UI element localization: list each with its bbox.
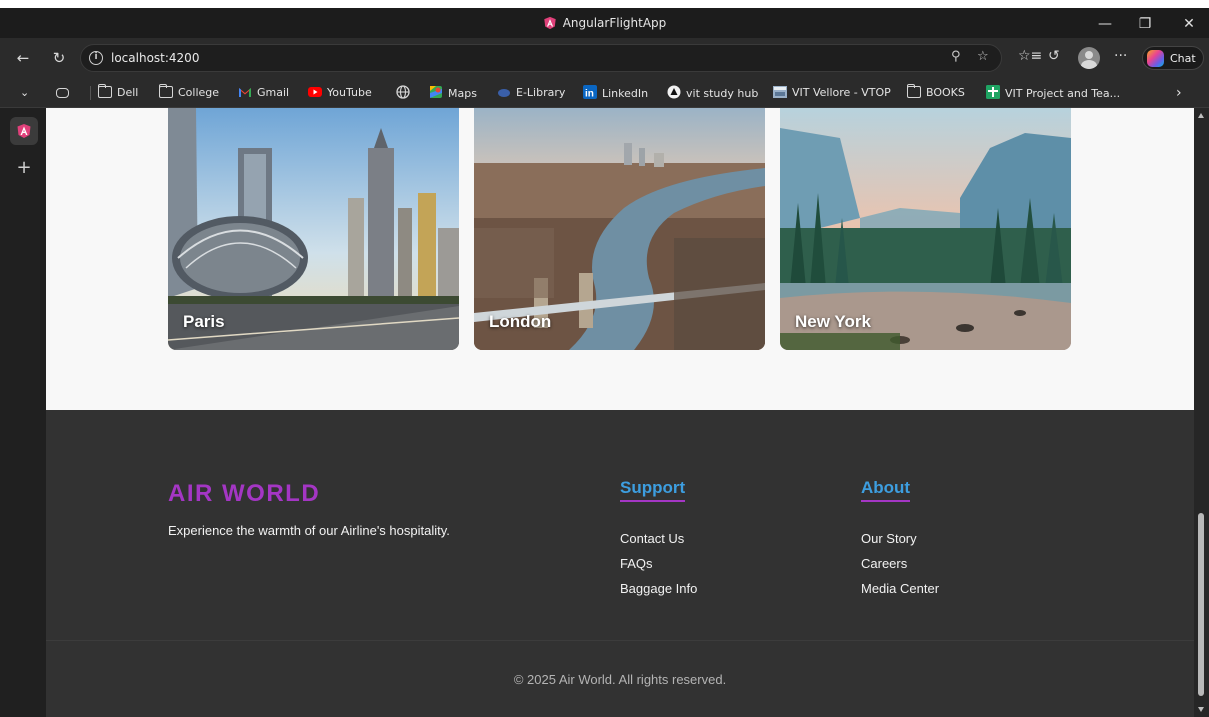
maps-icon	[430, 86, 442, 98]
bookmarks-separator	[90, 86, 91, 100]
site-info-icon[interactable]: i	[89, 51, 103, 65]
destination-card-london[interactable]: London	[474, 108, 765, 350]
footer-divider	[46, 640, 1194, 641]
close-icon[interactable]: ✕	[1176, 14, 1202, 34]
tab-angular-flight-app[interactable]	[10, 117, 38, 145]
copilot-icon	[1147, 50, 1164, 67]
vtop-icon	[773, 86, 787, 98]
footer-brand: AIR WORLD	[168, 480, 321, 507]
footer-link-media-center[interactable]: Media Center	[861, 581, 939, 596]
new-tab-plus-icon[interactable]: +	[14, 158, 34, 178]
youtube-icon	[308, 87, 322, 97]
bookmarks-bar: ⌄ Dell College Gmail YouTube Maps E-Libr…	[0, 78, 1209, 108]
footer-link-careers[interactable]: Careers	[861, 556, 907, 571]
page-scrollbar[interactable]	[1194, 108, 1209, 717]
footer-link-contact-us[interactable]: Contact Us	[620, 531, 684, 546]
study-hub-icon	[667, 85, 681, 99]
bookmark-vit-project[interactable]: VIT Project and Tea...	[986, 85, 1120, 101]
angular-logo-icon	[544, 16, 556, 30]
bookmark-youtube[interactable]: YouTube	[308, 85, 372, 101]
workspaces-chevron-icon[interactable]: ⌄	[20, 85, 29, 101]
footer-link-faqs[interactable]: FAQs	[620, 556, 653, 571]
library-icon	[498, 89, 510, 97]
sheets-icon	[986, 85, 1000, 99]
zoom-icon[interactable]: ⚲	[951, 49, 961, 64]
destination-name-paris: Paris	[183, 312, 225, 331]
footer-copyright: © 2025 Air World. All rights reserved.	[513, 672, 727, 687]
scroll-up-arrow-icon[interactable]	[1198, 113, 1204, 118]
window-title-text: AngularFlightApp	[562, 16, 667, 30]
gmail-icon	[239, 88, 251, 97]
bookmark-elibrary[interactable]: E-Library	[497, 85, 565, 101]
destination-name-london: London	[489, 312, 552, 331]
more-options-icon[interactable]: ···	[1114, 48, 1127, 64]
browser-toolbar: ← ↻ i localhost:4200 ⚲ ☆ ☆≡ ↺ ··· Chat	[0, 38, 1209, 78]
globe-icon	[396, 85, 410, 99]
bookmark-college[interactable]: College	[159, 84, 219, 101]
linkedin-icon: in	[583, 85, 597, 99]
copilot-chat-button[interactable]: Chat	[1142, 46, 1204, 70]
address-bar[interactable]: i localhost:4200 ⚲ ☆	[80, 44, 1002, 72]
vertical-tab-strip: +	[0, 108, 46, 717]
scrollbar-thumb[interactable]	[1198, 513, 1204, 696]
footer-link-baggage-info[interactable]: Baggage Info	[620, 581, 697, 596]
folder-icon	[907, 84, 921, 98]
url-text[interactable]: localhost:4200	[111, 51, 199, 65]
destinations-section: Paris London New York	[46, 108, 1194, 410]
bookmark-gmail[interactable]: Gmail	[238, 85, 289, 101]
footer-link-our-story[interactable]: Our Story	[861, 531, 917, 546]
minimize-icon[interactable]: —	[1092, 14, 1118, 34]
bookmark-books[interactable]: BOOKS	[907, 84, 965, 101]
destination-card-new-york[interactable]: New York	[780, 108, 1071, 350]
window-title-bar: AngularFlightApp — ❐ ✕	[0, 0, 1209, 38]
bookmark-vtop[interactable]: VIT Vellore - VTOP	[773, 85, 891, 101]
bookmark-maps[interactable]: Maps	[429, 85, 477, 101]
bookmark-dell[interactable]: Dell	[98, 84, 138, 101]
angular-tab-favicon-icon	[17, 124, 31, 138]
bookmarks-overflow-chevron-icon[interactable]: ›	[1176, 85, 1182, 101]
footer-tagline: Experience the warmth of our Airline's h…	[168, 523, 450, 538]
folder-icon	[98, 84, 112, 98]
back-arrow-icon[interactable]: ←	[12, 47, 34, 69]
profile-avatar[interactable]	[1078, 47, 1100, 69]
footer-support-heading: Support	[620, 478, 686, 502]
svg-text:in: in	[585, 89, 594, 100]
favorites-icon[interactable]: ☆≡	[1018, 48, 1042, 64]
footer-about-heading: About	[861, 478, 911, 502]
window-title: AngularFlightApp	[0, 16, 1209, 30]
bookmark-vit-study-hub[interactable]: vit study hub	[667, 85, 758, 101]
restore-icon[interactable]: ❐	[1132, 14, 1158, 34]
page-viewport: Paris London New York AIR WORLD Experien…	[46, 108, 1194, 717]
bookmark-globe[interactable]	[396, 85, 415, 101]
favorite-star-icon[interactable]: ☆	[977, 49, 989, 64]
destination-card-paris[interactable]: Paris	[168, 108, 459, 350]
bookmark-linkedin[interactable]: in LinkedIn	[583, 85, 648, 101]
destination-name-new-york: New York	[795, 312, 871, 331]
site-footer: AIR WORLD Experience the warmth of our A…	[46, 410, 1194, 717]
refresh-icon[interactable]: ↻	[48, 47, 70, 69]
chat-label: Chat	[1170, 52, 1196, 65]
collections-icon[interactable]	[56, 85, 74, 101]
history-icon[interactable]: ↺	[1048, 48, 1060, 64]
folder-icon	[159, 84, 173, 98]
scroll-down-arrow-icon[interactable]	[1198, 707, 1204, 712]
